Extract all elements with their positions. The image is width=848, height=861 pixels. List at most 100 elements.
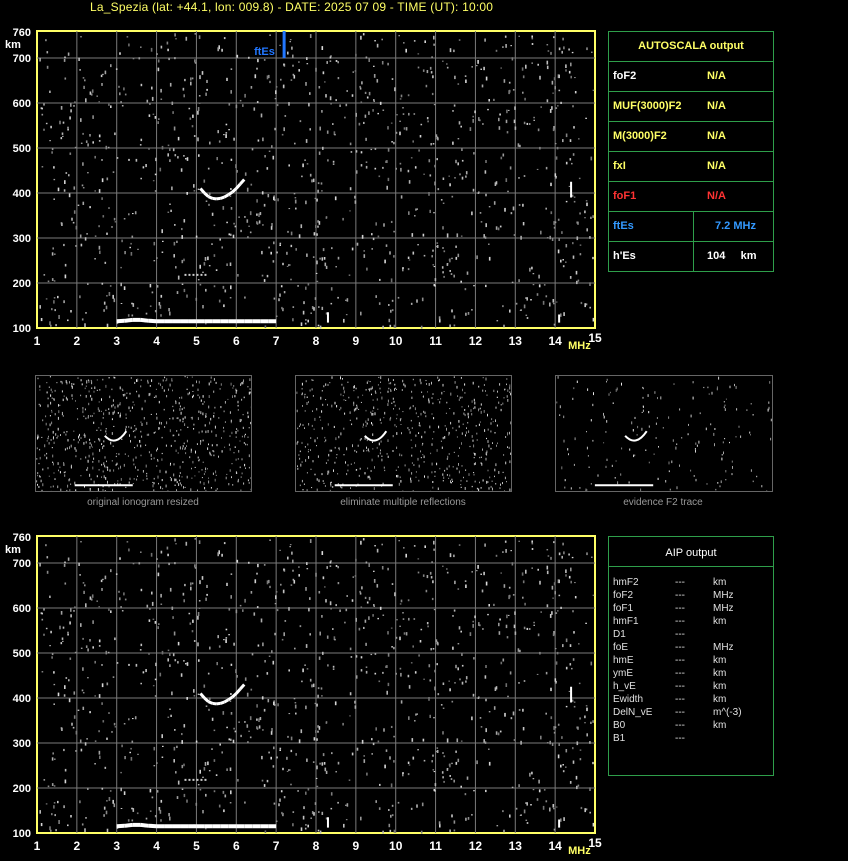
thumb-dot bbox=[698, 440, 700, 444]
noise-dot bbox=[398, 35, 400, 37]
noise-dot bbox=[553, 226, 556, 229]
noise-dot bbox=[332, 160, 335, 163]
noise-dot bbox=[425, 589, 428, 593]
noise-dot bbox=[391, 814, 394, 817]
noise-dot bbox=[181, 764, 184, 769]
thumb-dot bbox=[37, 436, 38, 440]
x-tick-label: 6 bbox=[233, 839, 240, 853]
noise-dot bbox=[434, 278, 437, 282]
thumb-dot bbox=[394, 404, 396, 407]
thumb-dot bbox=[160, 422, 162, 425]
noise-dot bbox=[387, 652, 390, 657]
noise-dot bbox=[572, 242, 574, 245]
noise-dot bbox=[302, 668, 304, 673]
thumb-dot bbox=[53, 398, 55, 400]
noise-dot bbox=[549, 302, 551, 307]
noise-dot bbox=[43, 633, 45, 636]
thumb-dot bbox=[106, 460, 107, 463]
thumb-dot bbox=[125, 413, 127, 416]
noise-dot bbox=[360, 669, 363, 672]
noise-dot bbox=[229, 767, 232, 771]
thumb-dot bbox=[70, 464, 72, 468]
thumb-dot bbox=[204, 487, 206, 490]
noise-dot bbox=[192, 114, 194, 118]
thumb-dot bbox=[590, 483, 592, 485]
noise-dot bbox=[140, 551, 142, 553]
thumb-dot bbox=[350, 487, 351, 489]
thumb-dot bbox=[160, 486, 162, 489]
thumb-dot bbox=[84, 435, 86, 438]
thumb-dot bbox=[366, 422, 368, 425]
noise-dot bbox=[271, 223, 273, 227]
thumb-dot bbox=[234, 446, 236, 448]
thumb-dot bbox=[48, 475, 50, 477]
noise-dot bbox=[127, 819, 130, 822]
noise-dot bbox=[300, 729, 303, 734]
noise-dot bbox=[308, 102, 310, 107]
noise-dot bbox=[390, 814, 392, 818]
thumb-dot bbox=[487, 469, 489, 472]
noise-dot bbox=[518, 279, 520, 283]
noise-dot bbox=[453, 779, 455, 783]
thumb-dot bbox=[491, 480, 493, 482]
noise-dot bbox=[339, 104, 341, 107]
noise-dot bbox=[291, 46, 293, 50]
noise-dot bbox=[223, 37, 226, 40]
thumb-dot bbox=[506, 378, 508, 380]
noise-dot bbox=[205, 597, 207, 601]
noise-dot bbox=[319, 762, 321, 765]
noise-dot bbox=[279, 747, 282, 750]
noise-dot bbox=[523, 175, 526, 177]
noise-dot bbox=[488, 761, 491, 766]
noise-dot bbox=[288, 769, 291, 771]
thumb-dot bbox=[721, 457, 723, 461]
thumb-dot bbox=[307, 443, 309, 446]
thumb-dot bbox=[367, 418, 369, 421]
thumb-dot bbox=[229, 448, 231, 451]
thumb-dot bbox=[60, 380, 62, 383]
noise-dot bbox=[67, 319, 69, 322]
thumb-dot bbox=[172, 434, 174, 437]
thumb-dot bbox=[90, 415, 92, 417]
noise-dot bbox=[386, 665, 388, 668]
thumb-dot bbox=[494, 475, 495, 478]
thumb-dot bbox=[437, 376, 439, 379]
noise-dot bbox=[584, 303, 586, 308]
noise-dot bbox=[446, 568, 448, 570]
noise-dot bbox=[120, 787, 122, 792]
thumb-dot bbox=[241, 398, 243, 401]
noise-dot bbox=[316, 765, 318, 770]
noise-dot bbox=[101, 197, 103, 200]
noise-dot bbox=[65, 677, 68, 679]
noise-dot bbox=[472, 620, 474, 623]
noise-dot bbox=[562, 644, 564, 648]
thumb-dot bbox=[182, 447, 184, 450]
noise-dot bbox=[291, 551, 293, 555]
thumb-dot bbox=[174, 484, 176, 486]
thumb-dot bbox=[379, 387, 381, 390]
noise-dot bbox=[139, 144, 142, 146]
thumb-dot bbox=[692, 381, 694, 384]
noise-dot bbox=[554, 648, 557, 650]
thumb-dot bbox=[453, 376, 455, 378]
thumb-dot bbox=[424, 411, 426, 414]
noise-dot bbox=[558, 742, 560, 746]
thumb-dot bbox=[347, 469, 349, 472]
thumb-dot bbox=[150, 458, 152, 460]
noise-dot bbox=[454, 682, 456, 684]
noise-dot bbox=[45, 298, 48, 300]
thumb-dot bbox=[343, 399, 345, 401]
thumb-dot bbox=[225, 476, 227, 480]
thumb-dot bbox=[116, 453, 118, 455]
thumb-dot bbox=[362, 394, 364, 396]
noise-dot bbox=[87, 648, 89, 652]
thumb-dot bbox=[507, 389, 509, 392]
noise-dot bbox=[228, 634, 230, 636]
noise-dot bbox=[68, 698, 71, 703]
noise-dot bbox=[145, 669, 147, 673]
thumb-dot bbox=[484, 429, 486, 432]
thumb-dot bbox=[472, 439, 474, 442]
noise-dot bbox=[304, 664, 306, 666]
noise-dot bbox=[317, 725, 319, 728]
autoscala-row: h'Es 104 km bbox=[609, 241, 773, 272]
